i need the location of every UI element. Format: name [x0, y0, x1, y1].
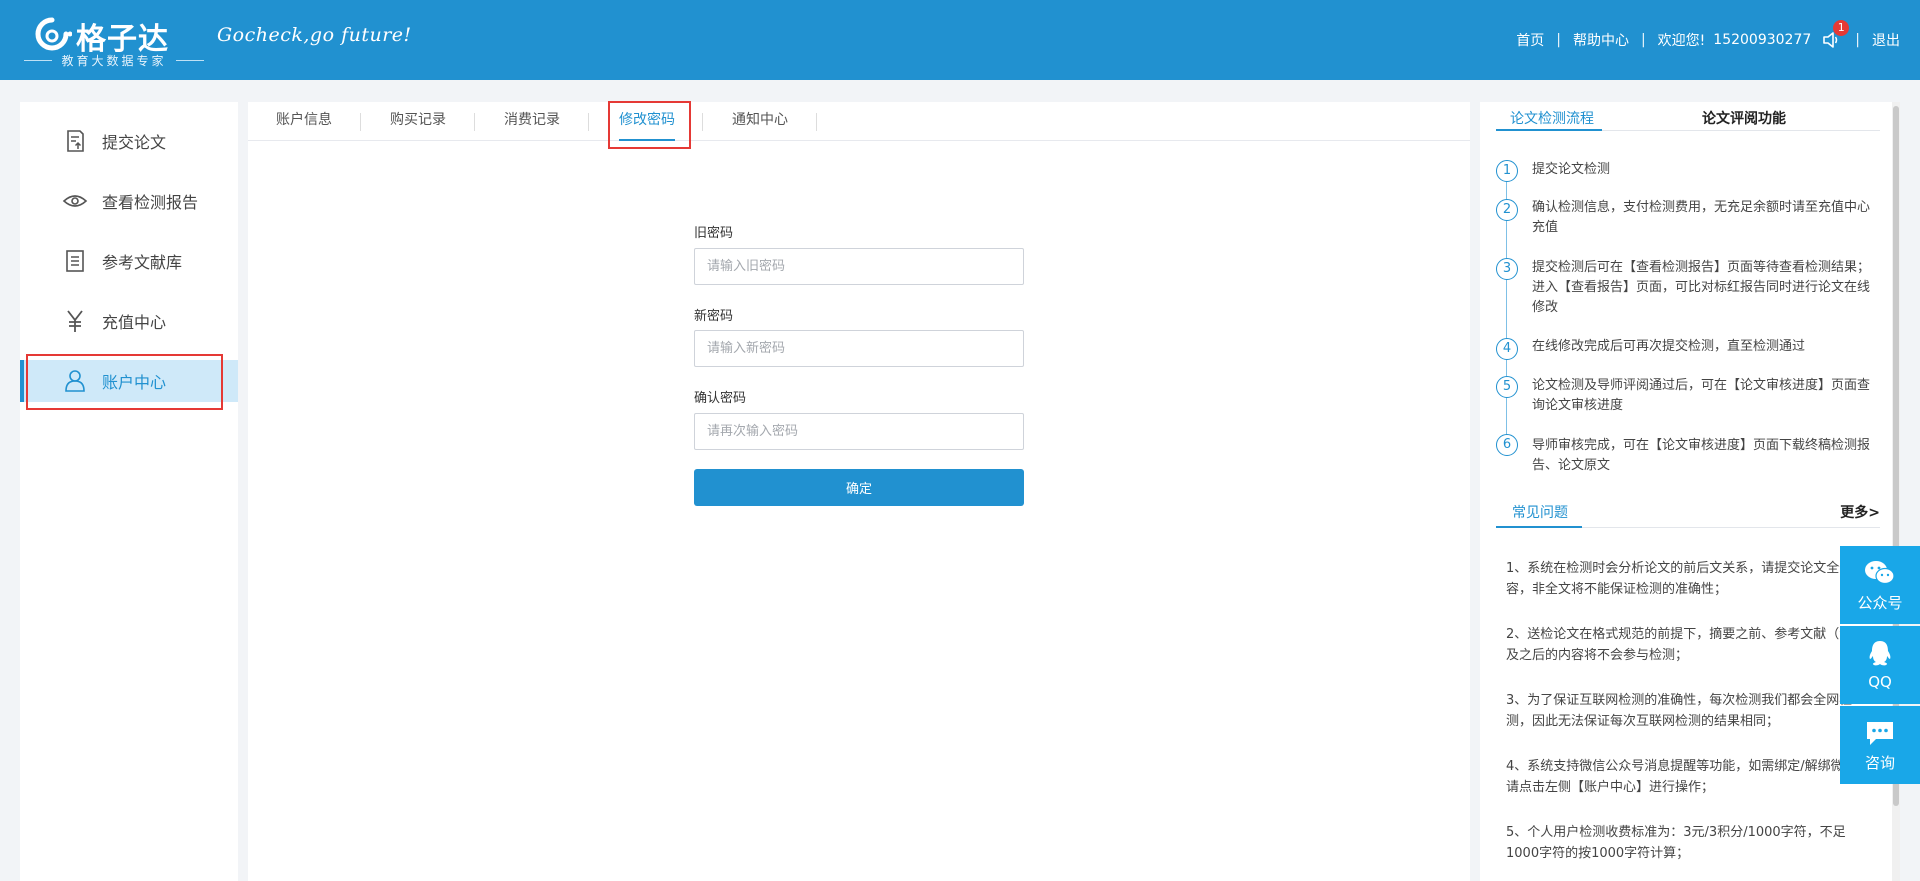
tab-label: 修改密码: [619, 112, 675, 128]
wechat-label: 公众号: [1857, 593, 1903, 612]
sidebar-item-label: 账户中心: [102, 373, 167, 392]
sidebar-item-label: 参考文献库: [102, 253, 183, 272]
wechat-icon: [1865, 560, 1895, 584]
faq-underline: [1496, 526, 1582, 528]
account-tabs: 账户信息 购买记录 消费记录 修改密码 通知中心: [248, 102, 1470, 141]
nav-help-link[interactable]: 帮助中心: [1573, 30, 1629, 50]
qq-icon: [1869, 641, 1891, 666]
tab-purchase-records[interactable]: 购买记录: [390, 102, 446, 141]
old-password-label: 旧密码: [694, 226, 734, 241]
main-panel: 账户信息 购买记录 消费记录 修改密码 通知中心 旧密码 新密码 确认密码 确定: [248, 102, 1470, 881]
active-tab-underline: [619, 139, 675, 141]
notification-badge: 1: [1833, 20, 1850, 36]
logo-mark-icon: [35, 17, 72, 51]
tab-review-function[interactable]: 论文评阅功能: [1702, 108, 1786, 128]
new-password-label: 新密码: [694, 309, 734, 324]
tab-divider: [360, 113, 361, 131]
step-number: 1: [1496, 160, 1518, 182]
confirm-password-input[interactable]: [694, 413, 1024, 450]
step-text: 提交检测后可在【查看检测报告】页面等待查看检测结果；进入【查看报告】页面，可比对…: [1532, 260, 1871, 315]
user-icon: [65, 370, 85, 392]
nav-separator: |: [1556, 32, 1561, 48]
active-tab-underline: [1496, 129, 1602, 131]
faq-item: 3、为了保证互联网检测的准确性，每次检测我们都会全网检测，因此无法保证每次互联网…: [1506, 693, 1853, 729]
sidebar-item-recharge[interactable]: 充值中心: [20, 300, 238, 342]
nav-separator: |: [1640, 32, 1646, 48]
old-password-input[interactable]: [694, 248, 1024, 285]
tab-change-password[interactable]: 修改密码: [619, 102, 675, 141]
right-panel: 论文检测流程 论文评阅功能 1 提交论文检测 2 确认检测信息，支付检测费用，无…: [1480, 102, 1900, 881]
step-number: 4: [1496, 338, 1518, 360]
sidebar-item-submit-paper[interactable]: 提交论文: [20, 120, 238, 162]
tab-account-info[interactable]: 账户信息: [276, 102, 332, 141]
book-list-icon: [66, 250, 84, 272]
step-number: 3: [1496, 258, 1518, 280]
step-number: 6: [1496, 434, 1518, 456]
tab-divider: [702, 113, 703, 131]
faq-item: 4、系统支持微信公众号消息提醒等功能，如需绑定/解绑微信，请点击左侧【账户中心】…: [1506, 759, 1870, 795]
sidebar-item-label: 查看检测报告: [102, 193, 199, 212]
faq-item: 2、送检论文在格式规范的前提下，摘要之前、参考文献（含）及之后的内容将不会参与检…: [1506, 627, 1866, 663]
logo[interactable]: 格子达 教育大数据专家: [24, 14, 204, 68]
tab-notification-center[interactable]: 通知中心: [732, 102, 788, 141]
chat-bubble-icon: [1867, 721, 1893, 745]
sidebar: 提交论文 查看检测报告 参考文献库 充值中心 账户中心: [20, 102, 238, 881]
logo-subtitle: 教育大数据专家: [24, 52, 204, 69]
faq-item: 5、个人用户检测收费标准为：3元/3积分/1000字符，不足1000字符的按10…: [1506, 825, 1846, 861]
qq-button[interactable]: QQ: [1840, 626, 1920, 704]
confirm-button[interactable]: 确定: [694, 469, 1024, 506]
consult-label: 咨询: [1864, 753, 1895, 772]
top-header: 格子达 教育大数据专家 Gocheck,go future! 首页 | 帮助中心…: [0, 0, 1920, 80]
sidebar-item-references[interactable]: 参考文献库: [20, 240, 238, 282]
new-password-input[interactable]: [694, 330, 1024, 367]
tab-divider: [474, 113, 475, 131]
step-text: 论文检测及导师评阅通过后，可在【论文审核进度】页面查询论文审核进度: [1532, 378, 1871, 413]
step-text: 确认检测信息，支付检测费用，无充足余额时请至充值中心充值: [1532, 200, 1871, 235]
top-nav: 首页 | 帮助中心 | 欢迎您! 15200930277 1 | 退出: [1516, 20, 1900, 50]
step-number: 2: [1496, 199, 1518, 221]
consult-button[interactable]: 咨询: [1840, 706, 1920, 784]
wechat-official-button[interactable]: 公众号: [1840, 546, 1920, 624]
username-link[interactable]: 15200930277: [1713, 32, 1811, 48]
faq-header: 常见问题 更多>: [1496, 502, 1880, 528]
faq-title: 常见问题: [1512, 505, 1568, 521]
tab-consumption-records[interactable]: 消费记录: [504, 102, 560, 141]
faq-more-link[interactable]: 更多>: [1840, 502, 1880, 522]
welcome-text: 欢迎您!: [1657, 33, 1706, 49]
step-number: 5: [1496, 376, 1518, 398]
sidebar-item-label: 充值中心: [102, 313, 167, 332]
eye-icon: [62, 195, 88, 207]
sidebar-item-view-report[interactable]: 查看检测报告: [20, 180, 238, 222]
faq-item: 1、系统在检测时会分析论文的前后文关系，请提交论文全部内容，非全文将不能保证检测…: [1506, 561, 1866, 597]
document-upload-icon: [67, 130, 84, 152]
sidebar-item-account[interactable]: 账户中心: [20, 360, 238, 402]
notification-button[interactable]: 1: [1821, 20, 1850, 50]
nav-separator: |: [1855, 32, 1860, 48]
tab-detection-flow[interactable]: 论文检测流程: [1510, 108, 1594, 128]
sidebar-item-label: 提交论文: [102, 133, 167, 152]
confirm-password-label: 确认密码: [694, 391, 747, 406]
logout-link[interactable]: 退出: [1872, 30, 1900, 50]
qq-label: QQ: [1868, 673, 1892, 691]
slogan: Gocheck,go future!: [217, 24, 412, 46]
yen-icon: [67, 310, 83, 332]
nav-home-link[interactable]: 首页: [1516, 30, 1544, 50]
step-text: 提交论文检测: [1532, 162, 1611, 177]
tab-divider: [588, 113, 589, 131]
tab-divider: [816, 113, 817, 131]
step-text: 导师审核完成，可在【论文审核进度】页面下载终稿检测报告、论文原文: [1532, 438, 1871, 473]
step-text: 在线修改完成后可再次提交检测，直至检测通过: [1532, 339, 1806, 354]
